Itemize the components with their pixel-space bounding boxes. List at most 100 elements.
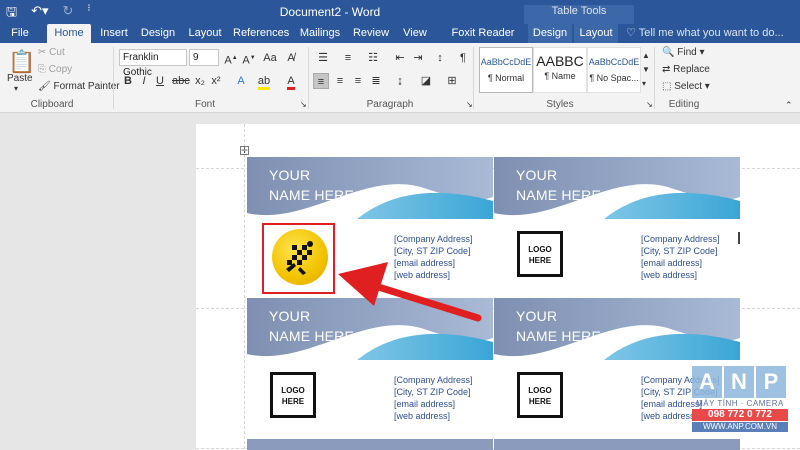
strikethrough-icon[interactable]: abc [172,73,190,89]
tab-table-design[interactable]: Design [528,24,572,43]
font-size-select[interactable]: 9 [189,49,219,66]
style-name: ¶ No Spac... [589,73,639,83]
tab-home[interactable]: Home [47,24,91,43]
align-center-icon[interactable]: ≡ [332,73,348,89]
watermark-letter: N [724,366,754,398]
format-painter-button[interactable]: 🖌 Format Painter [38,81,120,92]
numbering-icon[interactable]: ≡ [340,50,356,66]
replace-label: Replace [673,64,710,75]
tab-mailings[interactable]: Mailings [298,24,342,43]
replace-button[interactable]: ⇄ Replace [662,64,710,75]
style-no-spacing[interactable]: AaBbCcDdE ¶ No Spac... [587,47,641,93]
tell-me-box[interactable]: ♡ Tell me what you want to do... [626,24,784,43]
card-name: YOUR NAME HERE [516,165,601,205]
underline-icon[interactable]: U [152,73,168,89]
paste-icon[interactable]: 📋 [8,49,35,75]
select-cursor-icon: ⬚ [662,81,675,92]
align-left-icon[interactable]: ≡ [313,73,329,89]
tab-review[interactable]: Review [352,24,390,43]
business-card[interactable]: YOUR NAME HERE LOGO HERE [Company Addres… [494,157,740,297]
company-address[interactable]: [Company Address] [394,374,473,386]
font-family-select[interactable]: Franklin Gothic [119,49,187,78]
highlight-color-icon[interactable]: ab [256,73,272,90]
annotation-highlight-box [262,223,335,294]
city-state-zip[interactable]: [City, ST ZIP Code] [394,386,473,398]
name-line: YOUR [269,167,311,183]
line-spacing-icon[interactable]: ↨ [392,73,408,89]
email-address[interactable]: [email address] [394,398,473,410]
company-address[interactable]: [Company Address] [394,233,473,245]
superscript-icon[interactable]: x² [208,73,224,89]
tab-view[interactable]: View [399,24,431,43]
separator [113,47,114,109]
logo-placeholder[interactable]: LOGO HERE [517,372,563,418]
logo-placeholder[interactable]: LOGO HERE [517,231,563,277]
find-label: Find [677,47,697,58]
paragraph-dialog-launcher-icon[interactable]: ↘ [466,100,473,109]
subscript-icon[interactable]: x₂ [192,73,208,89]
web-address[interactable]: [web address] [394,269,473,281]
shrink-font-icon[interactable]: A▼ [241,50,257,67]
styles-group-label: Styles [546,99,574,110]
styles-scroll-icon[interactable]: ▲ ▼ ▾ [642,49,650,91]
title-bar: 🖫 ↶▾ ↻ ⁝ Document2 - Word Table Tools [0,0,800,24]
cut-button[interactable]: ✂ Cut [38,47,65,58]
card-name: YOUR NAME HERE [269,165,354,205]
tab-foxit-reader-pdf[interactable]: Foxit Reader PDF [440,24,526,58]
table-gridline [244,124,245,450]
copy-label: Copy [48,64,73,75]
tab-table-layout[interactable]: Layout [574,24,618,43]
select-button[interactable]: ⬚ Select ▾ [662,81,710,92]
copy-button[interactable]: ⎘ Copy [38,64,72,75]
find-button[interactable]: 🔍 Find ▾ [662,47,705,58]
table-move-handle-icon[interactable]: ✛ [240,146,249,155]
sort-icon[interactable]: ↕ [432,50,448,66]
paste-button[interactable]: Paste [7,73,33,84]
paste-dropdown-icon[interactable]: ▾ [14,84,18,93]
name-line: YOUR [269,308,311,324]
web-address[interactable]: [web address] [394,410,473,422]
card-name: YOUR NAME HERE [269,306,354,346]
city-state-zip[interactable]: [City, ST ZIP Code] [641,245,720,257]
tab-insert[interactable]: Insert [96,24,132,43]
bold-icon[interactable]: B [120,73,136,89]
styles-dialog-launcher-icon[interactable]: ↘ [646,100,653,109]
decrease-indent-icon[interactable]: ⇤ [392,50,408,66]
email-address[interactable]: [email address] [394,257,473,269]
style-normal[interactable]: AaBbCcDdE ¶ Normal [479,47,533,93]
collapse-ribbon-icon[interactable]: ⌃ [785,100,793,111]
tab-layout[interactable]: Layout [186,24,224,43]
grow-font-icon[interactable]: A▲ [223,50,239,67]
font-color-icon[interactable]: A [283,73,299,90]
style-name-style[interactable]: AABBC ¶ Name [533,47,587,93]
multilevel-list-icon[interactable]: ☷ [365,50,381,66]
watermark-letter: A [692,366,722,398]
name-line: NAME HERE [269,328,355,344]
justify-icon[interactable]: ≣ [368,73,384,89]
scissors-icon: ✂ [38,47,50,58]
tab-design[interactable]: Design [140,24,176,43]
show-formatting-icon[interactable]: ¶ [455,50,471,66]
style-name: ¶ Name [544,71,576,81]
logo-placeholder[interactable]: LOGO HERE [270,372,316,418]
borders-icon[interactable]: ⊞ [444,73,460,89]
email-address[interactable]: [email address] [641,257,720,269]
clear-formatting-icon[interactable]: A̸ [283,50,299,66]
logo-placeholder-text: LOGO [528,245,552,254]
watermark-letters: A N P [692,366,788,398]
bullets-icon[interactable]: ☰ [315,50,331,66]
text-effects-icon[interactable]: A [233,73,249,89]
font-dialog-launcher-icon[interactable]: ↘ [300,100,307,109]
shading-icon[interactable]: ◪ [418,73,434,89]
tab-references[interactable]: References [233,24,289,43]
italic-icon[interactable]: I [136,73,152,89]
web-address[interactable]: [web address] [641,269,720,281]
city-state-zip[interactable]: [City, ST ZIP Code] [394,245,473,257]
style-sample: AaBbCcDdE [480,57,532,67]
change-case-icon[interactable]: Aa [262,50,278,66]
company-address[interactable]: [Company Address] [641,233,720,245]
business-card[interactable]: YOUR NAME HERE LOGO HERE [Company Addres… [247,298,493,438]
tab-file[interactable]: File [6,24,34,43]
align-right-icon[interactable]: ≡ [350,73,366,89]
increase-indent-icon[interactable]: ⇥ [410,50,426,66]
